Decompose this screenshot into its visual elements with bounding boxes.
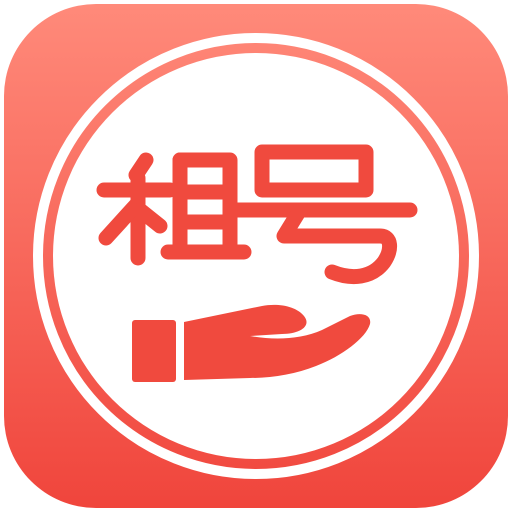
app-icon-graphic: 租号 xyxy=(4,4,508,508)
app-icon[interactable]: 租号 xyxy=(0,0,512,512)
inner-disc xyxy=(53,53,459,459)
